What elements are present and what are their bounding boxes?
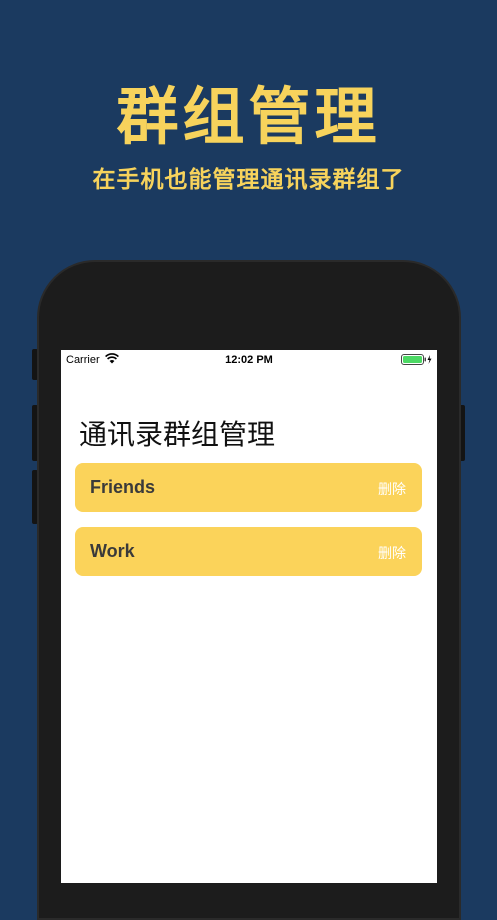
delete-button[interactable]: 删除 [378,543,406,563]
group-name: Friends [90,477,156,497]
phone-screen: Carrier 12:02 PM 通讯录群组管理 Friends 删除 Work… [61,350,437,883]
delete-button[interactable]: 删除 [378,479,406,499]
status-time: 12:02 PM [225,354,273,366]
battery-charging-icon [401,354,432,365]
promo-subtitle: 在手机也能管理通讯录群组了 [92,167,405,193]
status-bar: Carrier 12:02 PM [61,350,437,370]
group-card-friends[interactable]: Friends 删除 [75,463,422,512]
page-title: 通讯录群组管理 [79,418,276,451]
promo-title: 群组管理 [116,80,381,153]
group-name: Work [90,541,135,561]
group-card-work[interactable]: Work 删除 [75,527,422,576]
